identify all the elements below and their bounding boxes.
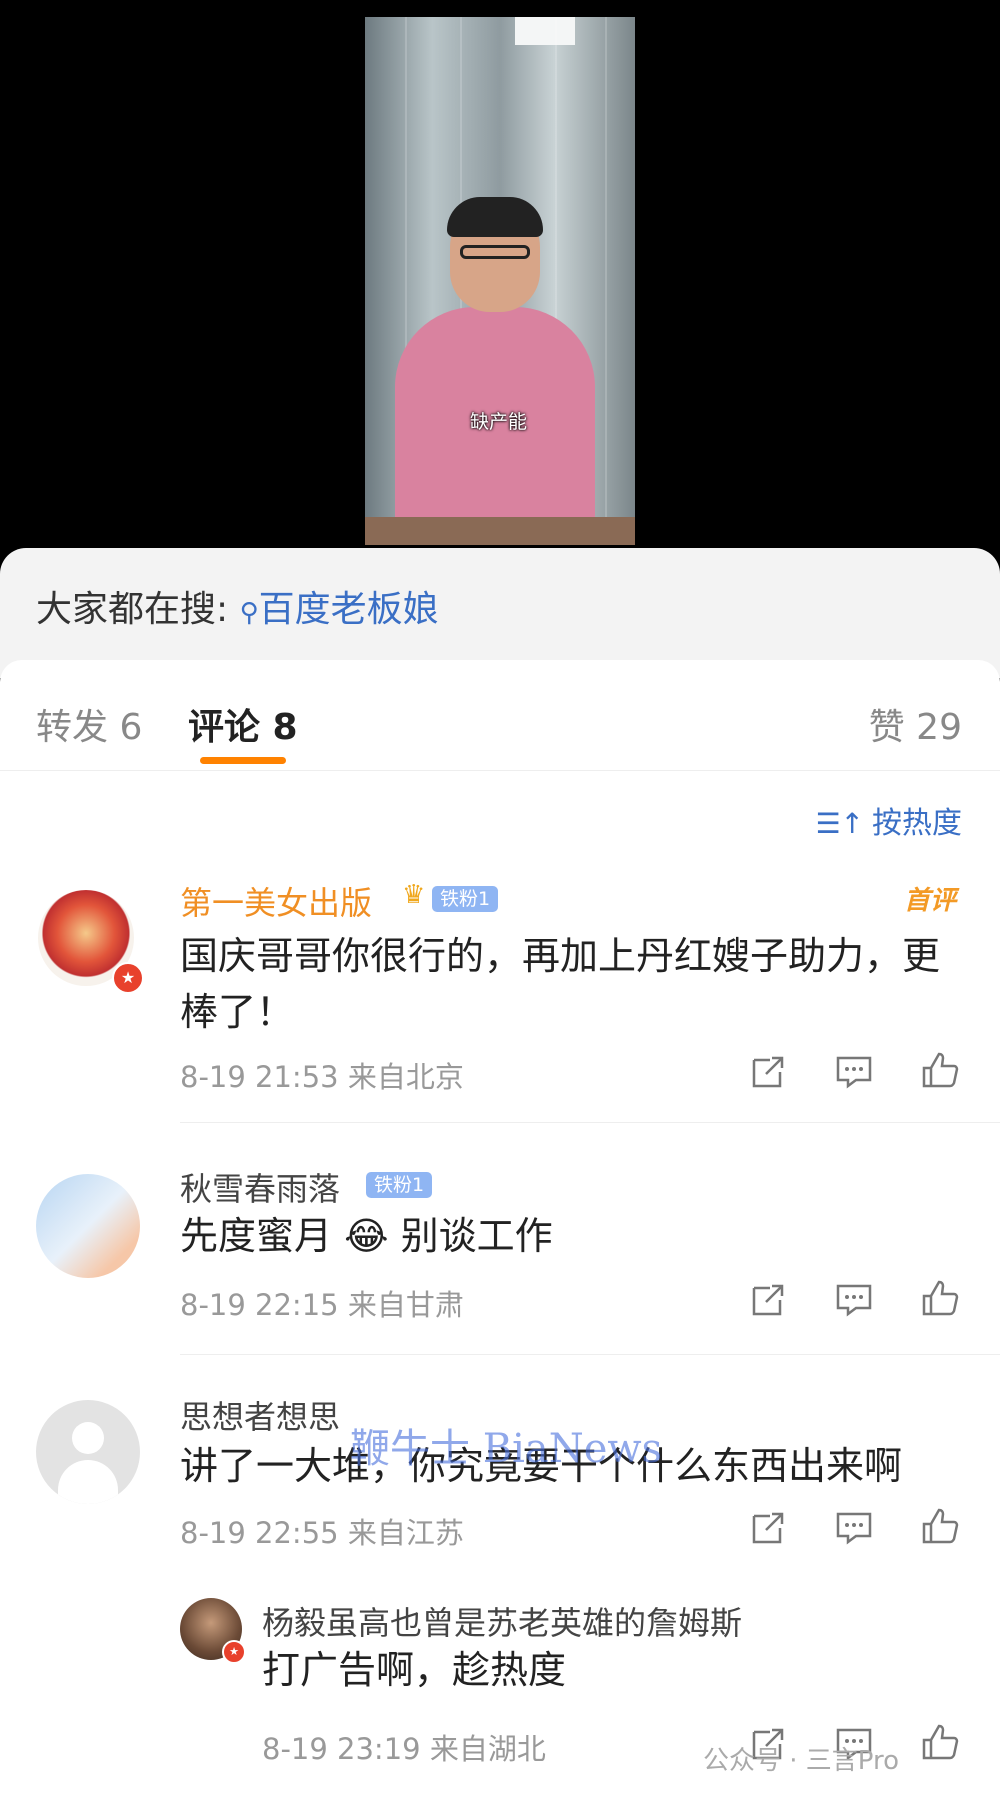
verified-icon: ★ (112, 962, 144, 994)
divider (180, 1354, 1000, 1355)
comment-meta: 8-19 22:15 来自甘肃 (180, 1282, 464, 1324)
divider (180, 1122, 1000, 1123)
comment-time: 8-19 22:55 (180, 1516, 339, 1550)
like-icon[interactable] (920, 1050, 960, 1090)
reply-icon[interactable] (834, 1052, 874, 1092)
trending-search: 大家都在搜: ⚲百度老板娘 (36, 580, 439, 632)
wechat-account-mark: 公众号 · 三言Pro (703, 1746, 900, 1776)
search-icon: ⚲ (239, 598, 259, 628)
default-avatar-head (72, 1422, 104, 1454)
comment-text: 国庆哥哥你很行的，再加上丹红嫂子助力，更棒了！ (180, 934, 941, 1034)
share-icon[interactable] (748, 1280, 788, 1320)
comment-meta: 8-19 21:53 来自北京 (180, 1054, 464, 1096)
glasses (460, 245, 530, 259)
share-icon[interactable] (748, 1052, 788, 1092)
user-name[interactable]: 思想者想思 (180, 1392, 340, 1438)
person-hair (447, 197, 543, 237)
curtain-fold (605, 17, 607, 545)
verified-icon: ★ (222, 1640, 246, 1664)
comment-text-part: 先度蜜月 (180, 1214, 333, 1258)
reply-meta: 8-19 23:19 来自湖北 (262, 1726, 546, 1768)
reply-text: 打广告啊，趁热度 (262, 1648, 567, 1692)
tab-like[interactable]: 赞 29 (869, 698, 962, 750)
fan-badge: 铁粉1 (432, 886, 499, 912)
comment-text: 先度蜜月 😂 别谈工作 (180, 1208, 960, 1264)
first-comment-tag: 首评 (903, 886, 956, 916)
comment-panel: 转发 6 评论 8 赞 29 ☰↑ 按热度 ★ 第一美女出版 ♛ 铁粉1 首评 国… (0, 660, 1000, 1805)
default-avatar-body (58, 1460, 118, 1504)
trending-search-link[interactable]: ⚲百度老板娘 (240, 589, 439, 630)
reply-icon[interactable] (834, 1508, 874, 1548)
comment-time: 8-19 22:15 (180, 1288, 339, 1322)
video-frame[interactable]: 缺产能 (365, 17, 635, 545)
avatar[interactable] (36, 1174, 140, 1278)
user-name[interactable]: 秋雪春雨落 (180, 1164, 340, 1210)
comment-location: 来自江苏 (347, 1516, 464, 1550)
tab-comment[interactable]: 评论 8 (188, 698, 298, 750)
crown-icon: ♛ (402, 880, 426, 910)
ceiling-light (515, 17, 575, 45)
reply-location: 来自湖北 (429, 1732, 546, 1766)
desk (365, 517, 635, 545)
trending-search-prefix: 大家都在搜: (36, 589, 229, 630)
comment-location: 来自北京 (347, 1060, 464, 1094)
video-player[interactable]: 缺产能 (0, 0, 1000, 560)
like-icon[interactable] (920, 1506, 960, 1546)
comment-meta: 8-19 22:55 来自江苏 (180, 1510, 464, 1552)
sort-button[interactable]: ☰↑ 按热度 (815, 798, 962, 842)
reply-time: 8-19 23:19 (262, 1732, 421, 1766)
share-icon[interactable] (748, 1508, 788, 1548)
watermark: 鞭牛士 BiaNews (350, 1426, 663, 1472)
reply-icon[interactable] (834, 1280, 874, 1320)
active-tab-indicator (200, 757, 286, 764)
like-icon[interactable] (920, 1722, 960, 1762)
user-name[interactable]: 第一美女出版 (180, 878, 372, 924)
like-icon[interactable] (920, 1278, 960, 1318)
video-caption: 缺产能 (470, 411, 528, 433)
sort-icon: ☰↑ (815, 807, 864, 840)
user-name[interactable]: 杨毅虽高也曾是苏老英雄的詹姆斯 (262, 1598, 742, 1644)
sort-label: 按热度 (872, 806, 962, 841)
laughing-emoji: 😂 (344, 1214, 389, 1258)
avatar[interactable] (36, 1400, 140, 1504)
comment-location: 来自甘肃 (347, 1288, 464, 1322)
trending-search-query: 百度老板娘 (258, 589, 439, 630)
comment-time: 8-19 21:53 (180, 1060, 339, 1094)
tab-repost[interactable]: 转发 6 (36, 698, 142, 750)
comment-text-part: 别谈工作 (400, 1214, 553, 1258)
fan-badge: 铁粉1 (366, 1172, 433, 1198)
tab-bar: 转发 6 评论 8 赞 29 (0, 660, 1000, 771)
